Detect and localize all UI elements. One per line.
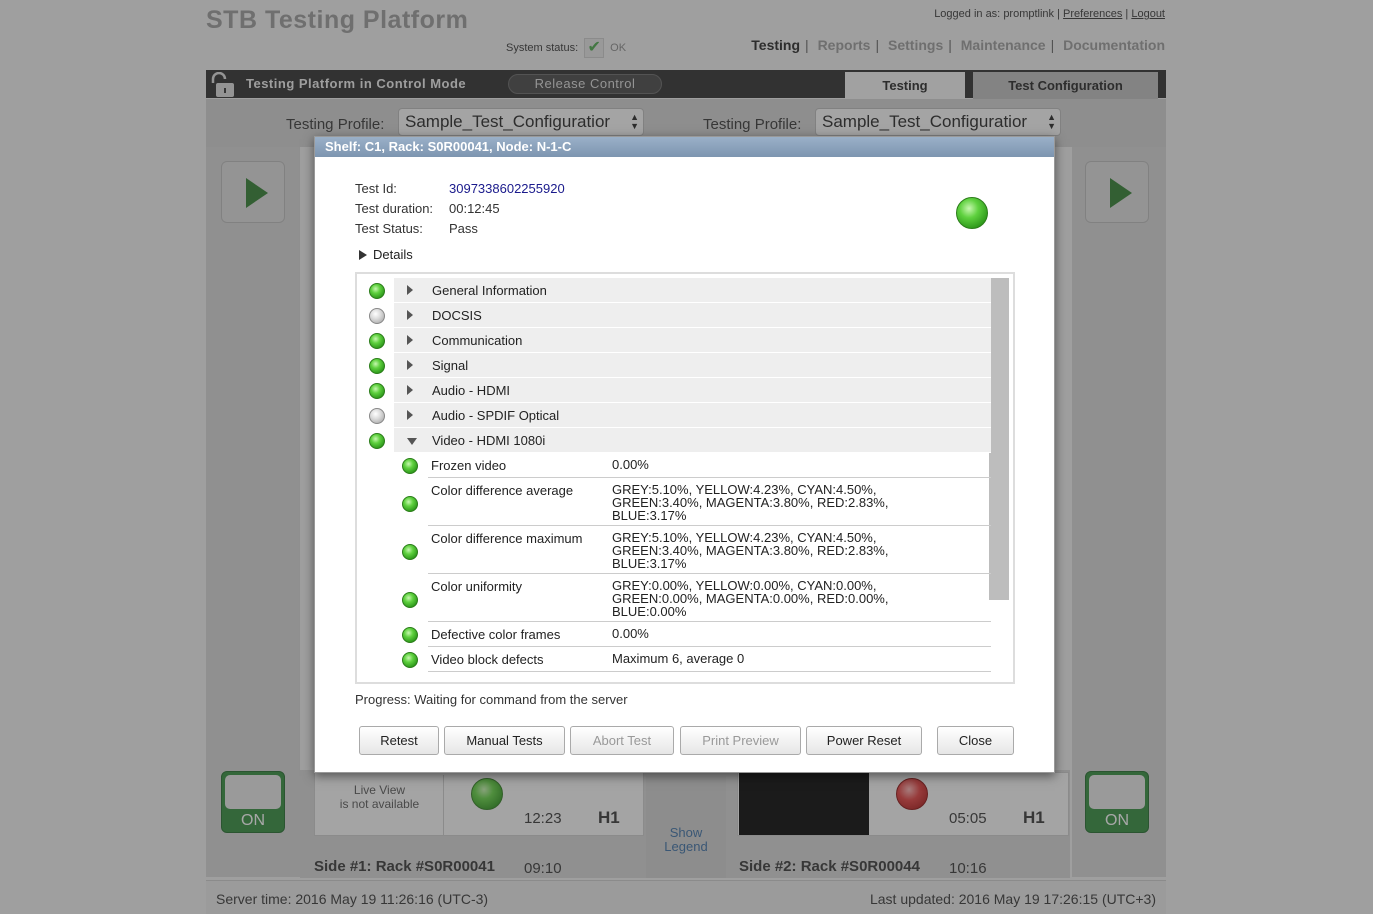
tree-group-row: Audio - HDMI: [357, 378, 991, 403]
test-duration-label: Test duration:: [355, 201, 434, 216]
details-label: Details: [373, 247, 413, 262]
status-dot-icon: [369, 433, 385, 449]
tree-group[interactable]: DOCSIS: [394, 303, 991, 328]
test-status-label: Test Status:: [355, 221, 423, 236]
status-dot-icon: [369, 333, 385, 349]
power-reset-button[interactable]: Power Reset: [806, 726, 922, 755]
tree-group-row: Audio - SPDIF Optical: [357, 403, 991, 428]
tree-group[interactable]: Signal: [394, 353, 991, 378]
status-dot-icon: [369, 383, 385, 399]
tree-subitem: Color difference average GREY:5.10%, YELL…: [428, 478, 991, 526]
test-id-label: Test Id:: [355, 181, 397, 196]
expand-arrow-icon[interactable]: [407, 285, 413, 295]
expand-arrow-icon[interactable]: [407, 310, 413, 320]
tree-group[interactable]: Audio - HDMI: [394, 378, 991, 403]
tree-group-label: DOCSIS: [432, 308, 482, 323]
tree-subitem: Color uniformity GREY:0.00%, YELLOW:0.00%…: [428, 574, 991, 622]
expand-arrow-icon: [359, 249, 367, 260]
tree-scrollbar[interactable]: [989, 278, 1009, 600]
print-preview-button[interactable]: Print Preview: [680, 726, 801, 755]
subitem-label: Video block defects: [431, 652, 544, 667]
tree-group-row: DOCSIS: [357, 303, 991, 328]
close-button[interactable]: Close: [937, 726, 1014, 755]
subitem-value: 0.00%: [612, 626, 649, 641]
tree-subitem-row: Color difference maximum GREY:5.10%, YELL…: [357, 526, 991, 574]
tree-group-label: Video - HDMI 1080i: [432, 433, 546, 448]
dialog-title: Shelf: C1, Rack: S0R00041, Node: N-1-C: [315, 137, 1054, 157]
test-status-value: Pass: [449, 221, 478, 236]
status-dot-icon: [369, 308, 385, 324]
tree-group-label: Communication: [432, 333, 523, 348]
subitem-label: Color uniformity: [431, 579, 523, 594]
tree-group-label: Audio - SPDIF Optical: [432, 408, 560, 423]
tree-subitem: Frozen video 0.00%: [428, 453, 991, 478]
tree-subitem-row: Defective color frames 0.00%: [357, 622, 991, 647]
tree-group-label: General Information: [432, 283, 547, 298]
tree-group-row: Signal: [357, 353, 991, 378]
expand-arrow-icon[interactable]: [407, 335, 413, 345]
subitem-value: Maximum 6, average 0: [612, 651, 745, 666]
status-dot-icon: [369, 358, 385, 374]
status-dot-icon: [402, 652, 418, 668]
tree-subitem: Video block defects Maximum 6, average 0: [428, 647, 991, 672]
test-duration-value: 00:12:45: [449, 201, 500, 216]
status-dot-icon: [402, 544, 418, 560]
subitem-value: GREY:5.10%, YELLOW:4.23%, CYAN:4.50%, GR…: [612, 530, 889, 571]
status-dot-icon: [402, 458, 418, 474]
progress-text: Progress: Waiting for command from the s…: [355, 692, 628, 707]
tree-group[interactable]: Audio - SPDIF Optical: [394, 403, 991, 428]
abort-test-button[interactable]: Abort Test: [570, 726, 674, 755]
expand-arrow-icon[interactable]: [407, 360, 413, 370]
overall-status-light: [956, 197, 988, 229]
tree-group-row: Communication: [357, 328, 991, 353]
subitem-value: GREY:0.00%, YELLOW:0.00%, CYAN:0.00%, GR…: [612, 578, 889, 619]
collapse-arrow-icon[interactable]: [407, 438, 417, 445]
subitem-label: Frozen video: [431, 458, 507, 473]
retest-button[interactable]: Retest: [359, 726, 439, 755]
test-duration-row: Test duration: 00:12:45: [355, 201, 500, 216]
tree-subitem: Defective color frames 0.00%: [428, 622, 991, 647]
subitem-value: GREY:5.10%, YELLOW:4.23%, CYAN:4.50%, GR…: [612, 482, 889, 523]
tree-group-label: Signal: [432, 358, 469, 373]
status-dot-icon: [402, 627, 418, 643]
test-status-row: Test Status: Pass: [355, 221, 478, 236]
status-dot-icon: [402, 496, 418, 512]
tree-subitem: Color difference maximum GREY:5.10%, YELL…: [428, 526, 991, 574]
tree-group[interactable]: Communication: [394, 328, 991, 353]
tree-group[interactable]: Video - HDMI 1080i: [394, 428, 991, 453]
status-dot-icon: [402, 592, 418, 608]
subitem-value: 0.00%: [612, 457, 649, 472]
status-dot-icon: [369, 283, 385, 299]
status-dot-icon: [369, 408, 385, 424]
tree-subitem-row: Video block defects Maximum 6, average 0: [357, 647, 991, 672]
tree-group-row: General Information: [357, 278, 991, 303]
tree-group-label: Audio - HDMI: [432, 383, 511, 398]
expand-arrow-icon[interactable]: [407, 410, 413, 420]
tree-group-row: Video - HDMI 1080i: [357, 428, 991, 453]
subitem-label: Defective color frames: [431, 627, 561, 642]
tree-subitem-row: Color difference average GREY:5.10%, YELL…: [357, 478, 991, 526]
test-id-value: 3097338602255920: [449, 181, 565, 196]
test-id-row: Test Id: 3097338602255920: [355, 181, 565, 196]
subitem-label: Color difference maximum: [431, 531, 583, 546]
manual-tests-button[interactable]: Manual Tests: [444, 726, 565, 755]
expand-arrow-icon[interactable]: [407, 385, 413, 395]
results-tree[interactable]: General Information DOCSIS Communication Si…: [355, 272, 1015, 684]
test-result-dialog: Shelf: C1, Rack: S0R00041, Node: N-1-C T…: [314, 136, 1055, 773]
details-toggle[interactable]: Details: [359, 247, 413, 262]
tree-subitem-row: Color uniformity GREY:0.00%, YELLOW:0.00%…: [357, 574, 991, 622]
tree-subitem-row: Frozen video 0.00%: [357, 453, 991, 478]
tree-group[interactable]: General Information: [394, 278, 991, 303]
subitem-label: Color difference average: [431, 483, 574, 498]
